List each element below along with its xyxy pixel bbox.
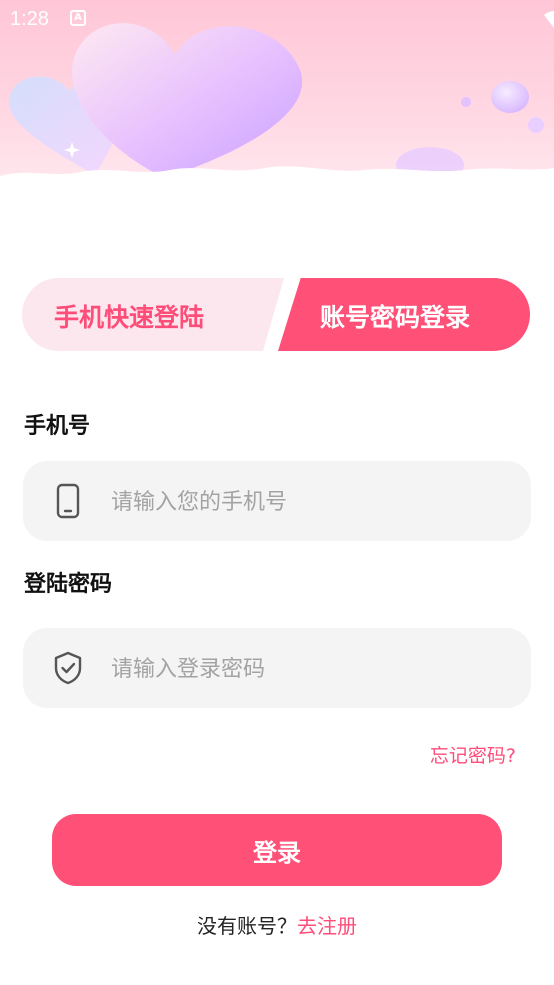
phone-icon: [53, 483, 83, 523]
login-button-label: 登录: [253, 838, 301, 867]
register-link[interactable]: 去注册: [297, 914, 357, 938]
wifi-icon: [544, 11, 554, 28]
password-label: 登陆密码: [24, 572, 113, 597]
tab-account-password-login-label: 账号密码登录: [320, 303, 471, 332]
login-button[interactable]: 登录: [52, 814, 502, 886]
phone-label: 手机号: [24, 414, 91, 439]
register-prompt: 没有账号？: [197, 914, 297, 938]
register-row: 没有账号？去注册: [0, 910, 554, 939]
phone-field[interactable]: [23, 461, 531, 543]
status-bar: 1:28 A: [0, 0, 554, 40]
tab-phone-quick-login-label: 手机快速登陆: [54, 303, 205, 332]
login-mode-tabs: 手机快速登陆 账号密码登录: [22, 278, 530, 351]
forgot-password-link[interactable]: 忘记密码?: [430, 741, 516, 768]
password-field[interactable]: [23, 628, 531, 710]
status-time: 1:28: [10, 8, 49, 30]
shield-icon: [53, 650, 83, 690]
phone-input[interactable]: [109, 461, 513, 543]
hero-banner: 1:28 A: [0, 0, 554, 190]
accessibility-icon: A: [70, 10, 86, 26]
password-input[interactable]: [109, 628, 513, 710]
